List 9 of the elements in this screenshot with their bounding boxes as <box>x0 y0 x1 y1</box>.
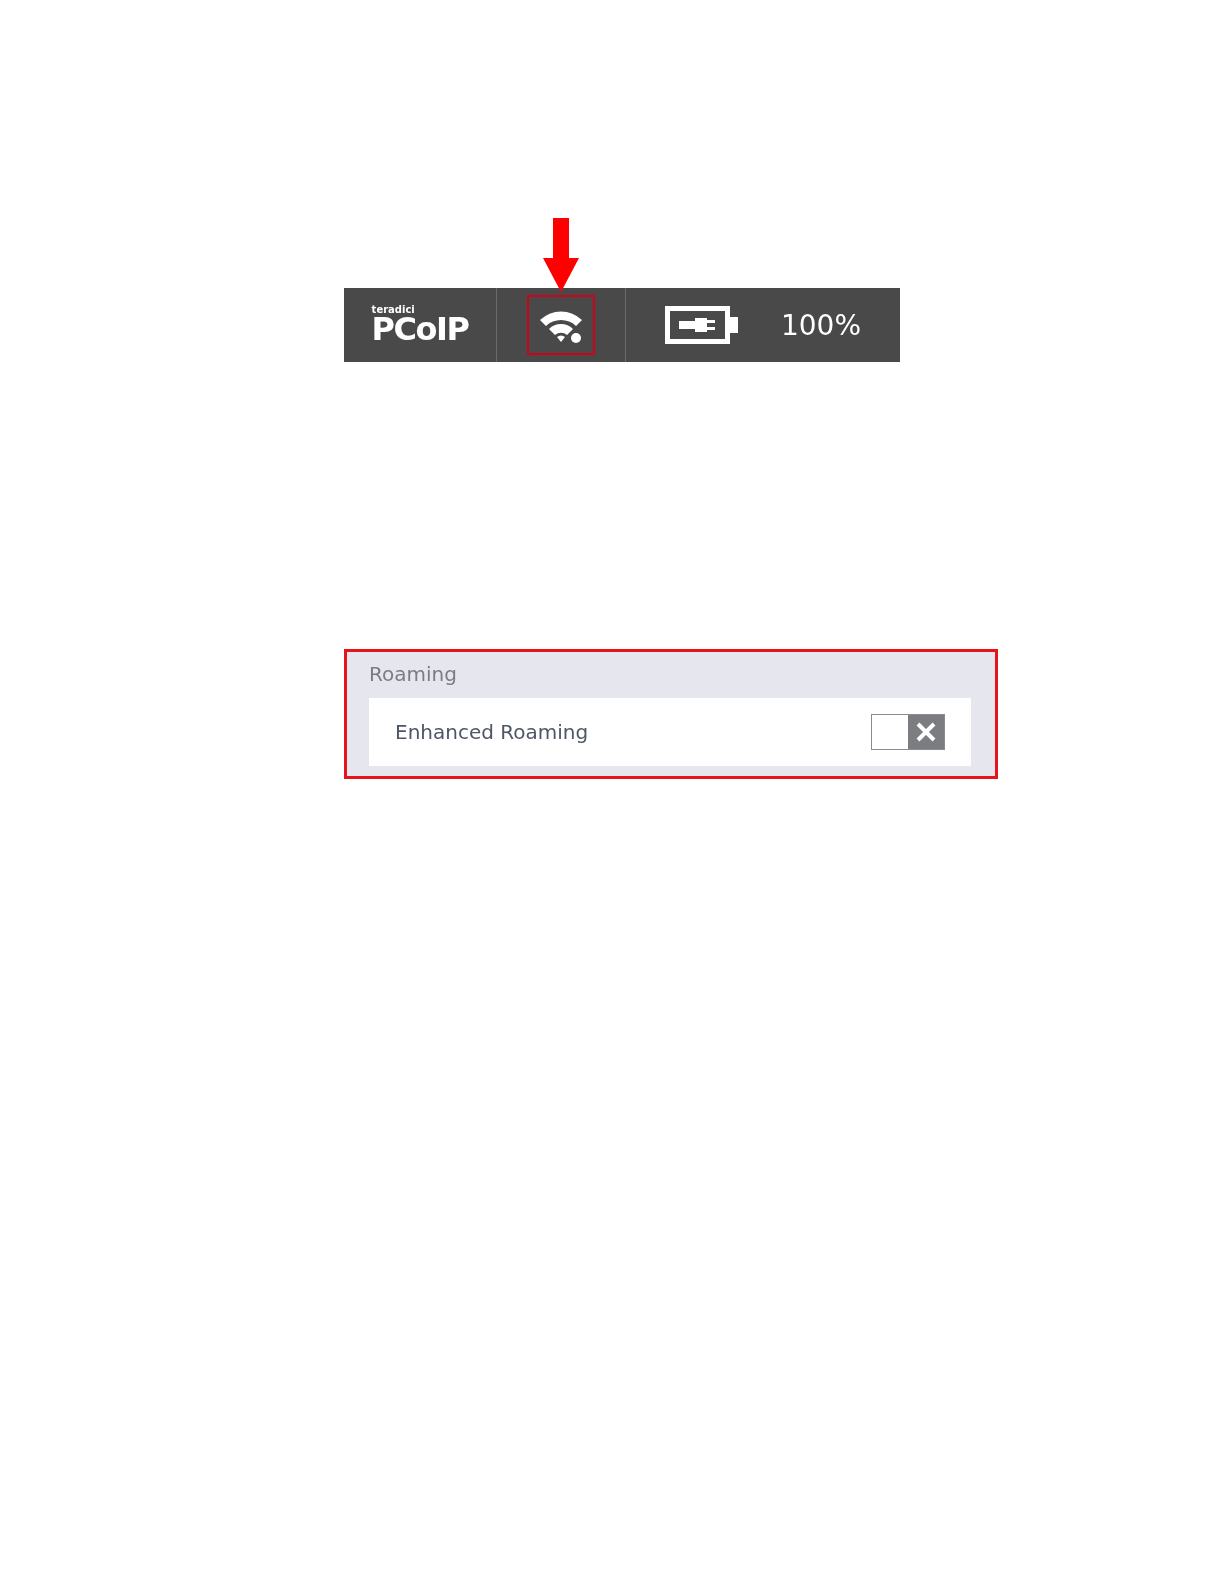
close-icon <box>915 721 937 743</box>
section-title: Roaming <box>369 662 458 686</box>
battery-plug-icon[interactable] <box>664 306 741 344</box>
logo-subtitle: teradici <box>371 305 415 315</box>
setting-label: Enhanced Roaming <box>395 720 589 744</box>
toggle-switch[interactable] <box>871 714 945 750</box>
logo-text: PCoIP <box>371 313 469 345</box>
battery-percentage: 100% <box>780 308 862 342</box>
toggle-knob[interactable] <box>872 715 908 749</box>
